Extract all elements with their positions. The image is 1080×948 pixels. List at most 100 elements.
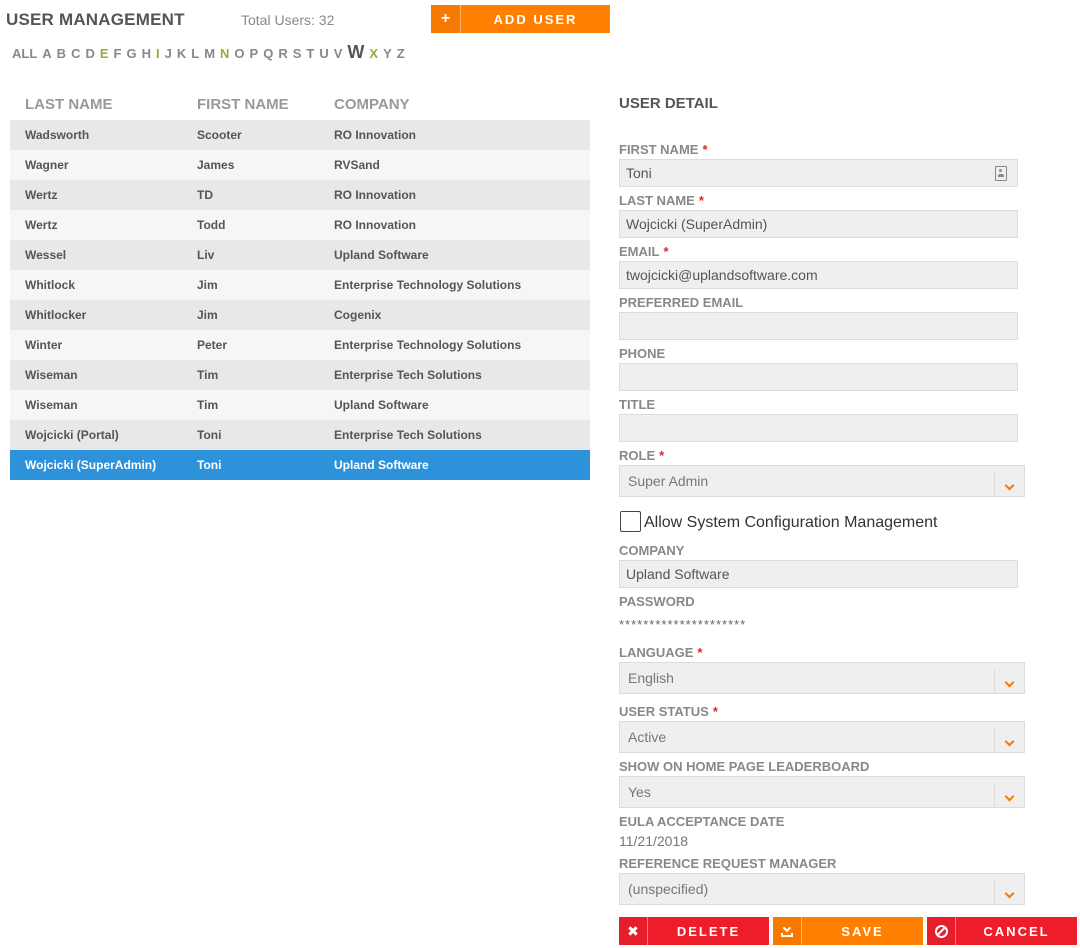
- table-body: Wadsworth Scooter RO Innovation Wagner James…: [10, 120, 590, 480]
- save-button[interactable]: SAVE: [773, 917, 923, 945]
- alphabet-letter-p[interactable]: P: [250, 46, 259, 61]
- save-label: SAVE: [802, 917, 923, 945]
- cell-company: Enterprise Technology Solutions: [334, 338, 522, 352]
- alphabet-letter-y[interactable]: Y: [383, 46, 392, 61]
- reference-manager-select[interactable]: (unspecified): [619, 873, 1025, 905]
- delete-button[interactable]: ✖ DELETE: [619, 917, 769, 945]
- table-row[interactable]: Whitlock Jim Enterprise Technology Solutio…: [10, 270, 590, 300]
- user-detail-title: USER DETAIL: [619, 95, 718, 112]
- column-header-first-name[interactable]: FIRST NAME: [197, 96, 334, 113]
- table-header: LAST NAME FIRST NAME COMPANY: [10, 88, 590, 120]
- cell-last-name: Wessel: [25, 248, 67, 262]
- alphabet-letter-b[interactable]: B: [57, 46, 66, 61]
- cell-company: Upland Software: [334, 458, 429, 472]
- table-row[interactable]: Wiseman Tim Enterprise Tech Solutions: [10, 360, 590, 390]
- table-row[interactable]: Winter Peter Enterprise Technology Solutio…: [10, 330, 590, 360]
- chevron-down-icon: [994, 728, 1024, 752]
- language-select[interactable]: English: [619, 662, 1025, 694]
- cell-last-name: Whitlock: [25, 278, 75, 292]
- alphabet-letter-c[interactable]: C: [71, 46, 80, 61]
- alphabet-letter-v[interactable]: V: [334, 46, 343, 61]
- alphabet-letter-f[interactable]: F: [114, 46, 122, 61]
- alphabet-letter-i[interactable]: I: [156, 46, 160, 61]
- alphabet-letter-g[interactable]: G: [126, 46, 136, 61]
- cell-company: RVSand: [334, 158, 380, 172]
- role-select[interactable]: Super Admin: [619, 465, 1025, 497]
- cell-first-name: Jim: [197, 278, 218, 292]
- add-user-label: ADD USER: [461, 5, 610, 33]
- system-config-checkbox-row[interactable]: Allow System Configuration Management: [620, 510, 937, 532]
- password-label: PASSWORD: [619, 594, 695, 609]
- column-header-last-name[interactable]: LAST NAME: [10, 96, 197, 113]
- title-input[interactable]: [619, 414, 1018, 442]
- close-icon: ✖: [619, 917, 648, 945]
- phone-label: PHONE: [619, 346, 666, 361]
- alphabet-letter-k[interactable]: K: [177, 46, 186, 61]
- alphabet-letter-x[interactable]: X: [369, 46, 378, 61]
- table-row[interactable]: Wiseman Tim Upland Software: [10, 390, 590, 420]
- table-row[interactable]: Wessel Liv Upland Software: [10, 240, 590, 270]
- alphabet-letter-m[interactable]: M: [204, 46, 215, 61]
- table-row[interactable]: Wojcicki (Portal) Toni Enterprise Tech Sol…: [10, 420, 590, 450]
- alphabet-letter-h[interactable]: H: [142, 46, 151, 61]
- chevron-down-icon: [994, 783, 1024, 807]
- required-asterisk: *: [698, 193, 704, 208]
- user-status-label: USER STATUS *: [619, 704, 718, 719]
- cell-first-name: Peter: [197, 338, 228, 352]
- alphabet-letter-u[interactable]: U: [319, 46, 328, 61]
- alphabet-letter-t[interactable]: T: [306, 46, 314, 61]
- cell-last-name: Wiseman: [25, 398, 78, 412]
- alphabet-letter-s[interactable]: S: [293, 46, 302, 61]
- required-asterisk: *: [663, 244, 669, 259]
- cancel-button[interactable]: CANCEL: [927, 917, 1077, 945]
- table-row[interactable]: Wagner James RVSand: [10, 150, 590, 180]
- alphabet-letter-r[interactable]: R: [278, 46, 287, 61]
- alphabet-letter-all[interactable]: ALL: [12, 46, 37, 61]
- alphabet-letter-a[interactable]: A: [42, 46, 51, 61]
- column-header-company[interactable]: COMPANY: [334, 96, 590, 113]
- table-row[interactable]: Whitlocker Jim Cogenix: [10, 300, 590, 330]
- alphabet-letter-d[interactable]: D: [85, 46, 94, 61]
- cell-company: Upland Software: [334, 398, 429, 412]
- add-user-button[interactable]: + ADD USER: [431, 5, 610, 33]
- contact-card-icon[interactable]: [995, 166, 1007, 181]
- table-row[interactable]: Wertz Todd RO Innovation: [10, 210, 590, 240]
- alphabet-letter-z[interactable]: Z: [397, 46, 405, 61]
- email-input[interactable]: twojcicki@uplandsoftware.com: [619, 261, 1018, 289]
- cell-first-name: Jim: [197, 308, 218, 322]
- alphabet-letter-w[interactable]: W: [347, 42, 364, 63]
- cell-first-name: TD: [197, 188, 213, 202]
- chevron-down-icon: [994, 880, 1024, 904]
- system-config-checkbox[interactable]: [620, 510, 641, 532]
- alphabet-letter-q[interactable]: Q: [263, 46, 273, 61]
- cell-company: Enterprise Tech Solutions: [334, 428, 482, 442]
- company-label: COMPANY: [619, 543, 685, 558]
- cell-first-name: James: [197, 158, 235, 172]
- chevron-down-icon: [994, 669, 1024, 693]
- required-asterisk: *: [659, 448, 665, 463]
- phone-input[interactable]: [619, 363, 1018, 391]
- company-input[interactable]: Upland Software: [619, 560, 1018, 588]
- alphabet-letter-e[interactable]: E: [100, 46, 109, 61]
- leaderboard-select[interactable]: Yes: [619, 776, 1025, 808]
- last-name-input[interactable]: Wojcicki (SuperAdmin): [619, 210, 1018, 238]
- table-row[interactable]: Wojcicki (SuperAdmin) Toni Upland Software: [10, 450, 590, 480]
- table-row[interactable]: Wertz TD RO Innovation: [10, 180, 590, 210]
- alphabet-letter-j[interactable]: J: [165, 46, 172, 61]
- cell-last-name: Wertz: [25, 188, 58, 202]
- table-row[interactable]: Wadsworth Scooter RO Innovation: [10, 120, 590, 150]
- cell-last-name: Wagner: [25, 158, 69, 172]
- alphabet-letter-l[interactable]: L: [191, 46, 199, 61]
- alphabet-filter: ALL A B C D E F G H I J K L M N O P Q R S T U V W X Y Z: [12, 42, 410, 64]
- preferred-email-input[interactable]: [619, 312, 1018, 340]
- cell-company: Enterprise Tech Solutions: [334, 368, 482, 382]
- cell-last-name: Wadsworth: [25, 128, 90, 142]
- cell-company: RO Innovation: [334, 188, 416, 202]
- alphabet-letter-o[interactable]: O: [234, 46, 244, 61]
- first-name-input[interactable]: Toni: [619, 159, 1018, 187]
- cell-first-name: Toni: [197, 428, 222, 442]
- user-status-select[interactable]: Active: [619, 721, 1025, 753]
- cancel-label: CANCEL: [956, 917, 1077, 945]
- delete-label: DELETE: [648, 917, 769, 945]
- alphabet-letter-n[interactable]: N: [220, 46, 229, 61]
